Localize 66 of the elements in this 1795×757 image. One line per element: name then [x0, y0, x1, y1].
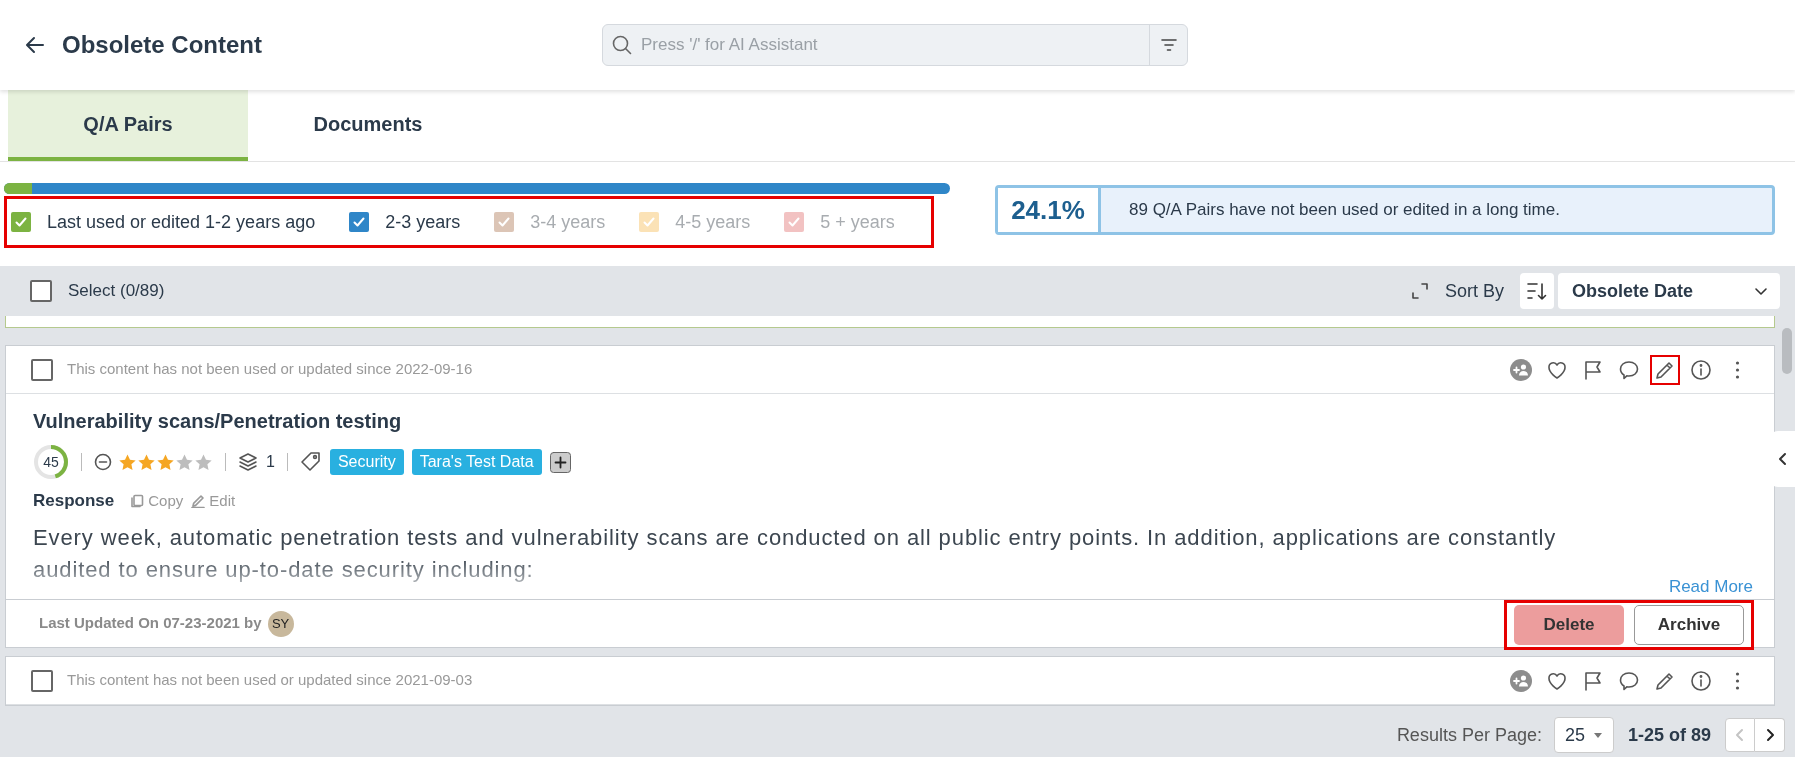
add-people-icon	[1509, 357, 1533, 382]
score-value: 45	[43, 452, 59, 472]
search-field[interactable]: Press '/' for AI Assistant	[602, 24, 1188, 66]
star-icon	[175, 452, 194, 472]
check-icon	[14, 215, 28, 229]
scrollbar-thumb[interactable]	[1781, 328, 1792, 374]
pencil-icon	[191, 493, 206, 508]
summary-text: 89 Q/A Pairs have not been used or edited in a long time.	[1129, 199, 1560, 222]
obsolete-notice: This content has not been used or updated since 2021-09-03	[67, 670, 473, 691]
star-icon	[156, 452, 175, 472]
obsolete-notice: This content has not been used or updated since 2022-09-16	[67, 359, 473, 380]
response-label: Response	[33, 490, 115, 512]
star-icon	[194, 452, 213, 472]
filter-label: 5 + years	[820, 210, 895, 234]
filter-checkbox[interactable]	[349, 212, 370, 232]
search-icon	[611, 34, 633, 56]
back-arrow-icon	[24, 34, 46, 56]
minus-circle-icon[interactable]	[94, 453, 112, 471]
layers-icon	[238, 452, 258, 472]
add-people-icon	[1509, 668, 1533, 693]
search-input[interactable]: Press '/' for AI Assistant	[639, 31, 1149, 59]
results-per-page-label: Results Per Page:	[1396, 723, 1542, 747]
copy-icon	[130, 493, 145, 508]
expand-icon[interactable]	[1410, 282, 1429, 300]
add-tag-icon[interactable]	[549, 451, 571, 473]
caret-down-icon	[1592, 730, 1603, 740]
delete-button[interactable]: Delete	[1514, 604, 1624, 645]
check-icon	[352, 215, 367, 229]
select-all-checkbox[interactable]	[30, 280, 52, 302]
filter-checkbox[interactable]	[11, 212, 31, 232]
user-avatar: SY	[267, 610, 294, 637]
edit-button[interactable]	[1650, 354, 1680, 385]
more-icon	[1734, 359, 1740, 380]
per-page-select[interactable]: 25	[1553, 717, 1614, 753]
sort-dropdown[interactable]: Obsolete Date	[1558, 273, 1780, 309]
select-label: Select (0/89)	[68, 280, 165, 303]
sort-label: Sort By	[1444, 279, 1504, 303]
info-icon	[1689, 668, 1713, 693]
version-count: 1	[266, 452, 275, 472]
tag-icon	[299, 451, 322, 473]
star-icon	[118, 452, 137, 472]
sort-icon	[1526, 280, 1548, 302]
last-updated-text: Last Updated On 07-23-2021 by	[39, 613, 262, 634]
next-page-button[interactable]	[1755, 718, 1785, 752]
page-range: 1-25 of 89	[1627, 723, 1711, 747]
archive-button[interactable]: Archive	[1634, 604, 1744, 645]
star-rating[interactable]	[118, 452, 213, 472]
back-button[interactable]	[24, 34, 46, 56]
check-icon	[497, 215, 512, 229]
info-icon	[1689, 357, 1713, 382]
page-title: Obsolete Content	[62, 30, 263, 60]
more-icon	[1734, 670, 1740, 691]
star-icon	[137, 452, 156, 472]
read-more-link[interactable]: Read More	[1668, 573, 1753, 599]
card-checkbox[interactable]	[31, 669, 53, 692]
check-icon	[642, 215, 657, 229]
card-checkbox[interactable]	[31, 358, 53, 381]
sort-order-button[interactable]	[1520, 273, 1554, 309]
filter-label: 3-4 years	[530, 210, 606, 234]
filter-label: 4-5 years	[675, 210, 751, 234]
check-icon	[787, 215, 802, 229]
filter-label: Last used or edited 1-2 years ago	[47, 210, 316, 234]
question-title: Vulnerability scans/Penetration testing	[33, 409, 403, 434]
filter-label: 2-3 years	[385, 210, 461, 234]
tab[interactable]: Q/A Pairs	[8, 90, 248, 161]
summary-percent: 24.1%	[1011, 193, 1085, 227]
